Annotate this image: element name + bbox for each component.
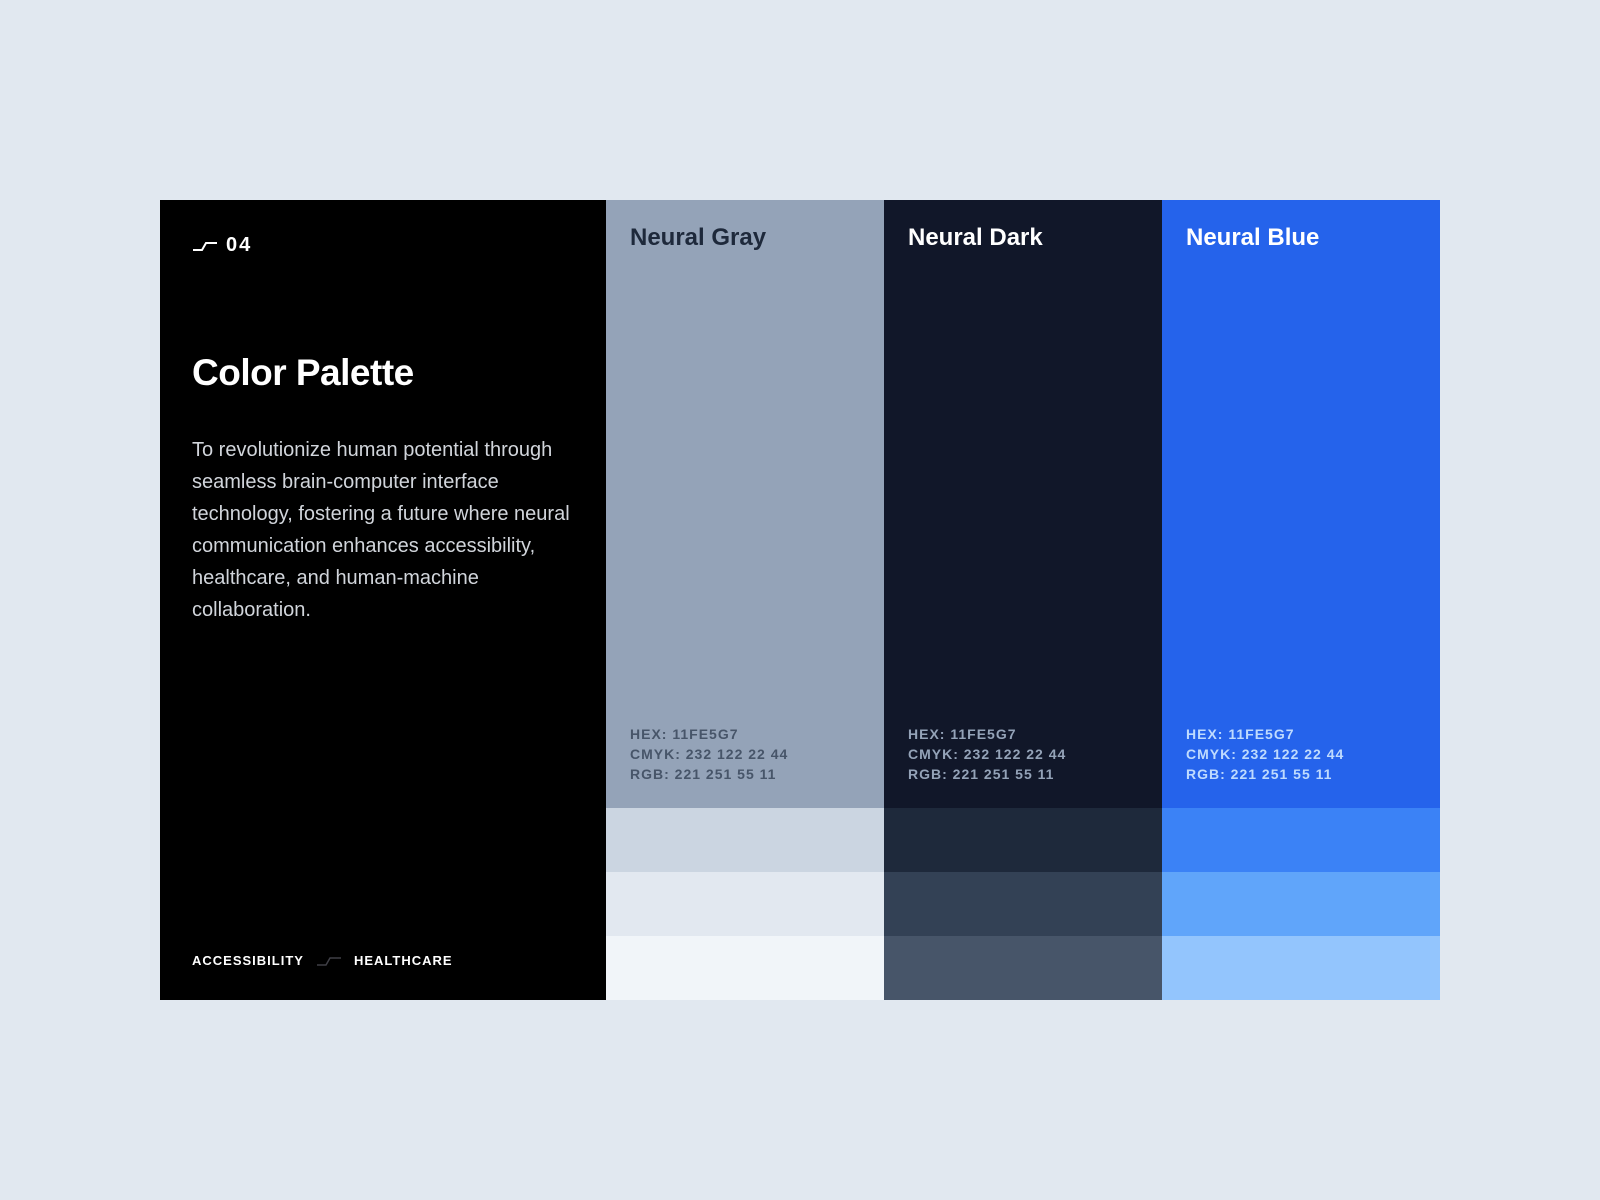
section-number: 04 [192,234,252,257]
rgb-code: RGB: 221 251 55 11 [630,766,777,782]
swatch-name: Neural Gray [630,224,767,251]
section-number-text: 04 [226,234,253,256]
tint-3 [606,936,884,1000]
hex-code: HEX: 11FE5G7 [908,726,1017,742]
swatch-neural-dark: Neural Dark HEX: 11FE5G7 CMYK: 232 122 2… [884,200,1162,1000]
tint-2 [884,872,1162,936]
hex-code: HEX: 11FE5G7 [630,726,739,742]
hex-code: HEX: 11FE5G7 [1186,726,1295,742]
tint-3 [884,936,1162,1000]
tint-1 [606,808,884,872]
tint-2 [606,872,884,936]
tint-3 [1162,936,1440,1000]
rgb-code: RGB: 221 251 55 11 [908,766,1055,782]
swatch-main-color: Neural Gray HEX: 11FE5G7 CMYK: 232 122 2… [606,200,884,808]
swatch-main-color: Neural Blue HEX: 11FE5G7 CMYK: 232 122 2… [1162,200,1440,808]
tint-2 [1162,872,1440,936]
cmyk-code: CMYK: 232 122 22 44 [630,746,789,762]
swatch-codes: HEX: 11FE5G7 CMYK: 232 122 22 44 RGB: 22… [908,724,1066,784]
swatch-main-color: Neural Dark HEX: 11FE5G7 CMYK: 232 122 2… [884,200,1162,808]
tint-1 [1162,808,1440,872]
tag-list: ACCESSIBILITY HEALTHCARE [192,953,453,968]
tint-1 [884,808,1162,872]
cmyk-code: CMYK: 232 122 22 44 [908,746,1067,762]
tag-accessibility: ACCESSIBILITY [192,953,304,968]
step-line-icon [192,241,218,251]
info-panel: 04 Color Palette To revolutionize human … [160,200,606,1000]
description: To revolutionize human potential through… [192,439,570,621]
rgb-code: RGB: 221 251 55 11 [1186,766,1333,782]
page-title: Color Palette [192,352,414,393]
swatch-name: Neural Blue [1186,224,1320,251]
swatch-neural-gray: Neural Gray HEX: 11FE5G7 CMYK: 232 122 2… [606,200,884,1000]
cmyk-code: CMYK: 232 122 22 44 [1186,746,1345,762]
swatch-neural-blue: Neural Blue HEX: 11FE5G7 CMYK: 232 122 2… [1162,200,1440,1000]
color-palette-card: 04 Color Palette To revolutionize human … [160,200,1440,1000]
swatch-codes: HEX: 11FE5G7 CMYK: 232 122 22 44 RGB: 22… [630,724,788,784]
tag-healthcare: HEALTHCARE [353,953,453,968]
swatch-codes: HEX: 11FE5G7 CMYK: 232 122 22 44 RGB: 22… [1186,724,1344,784]
swatch-name: Neural Dark [908,224,1043,251]
step-line-icon [316,956,342,966]
